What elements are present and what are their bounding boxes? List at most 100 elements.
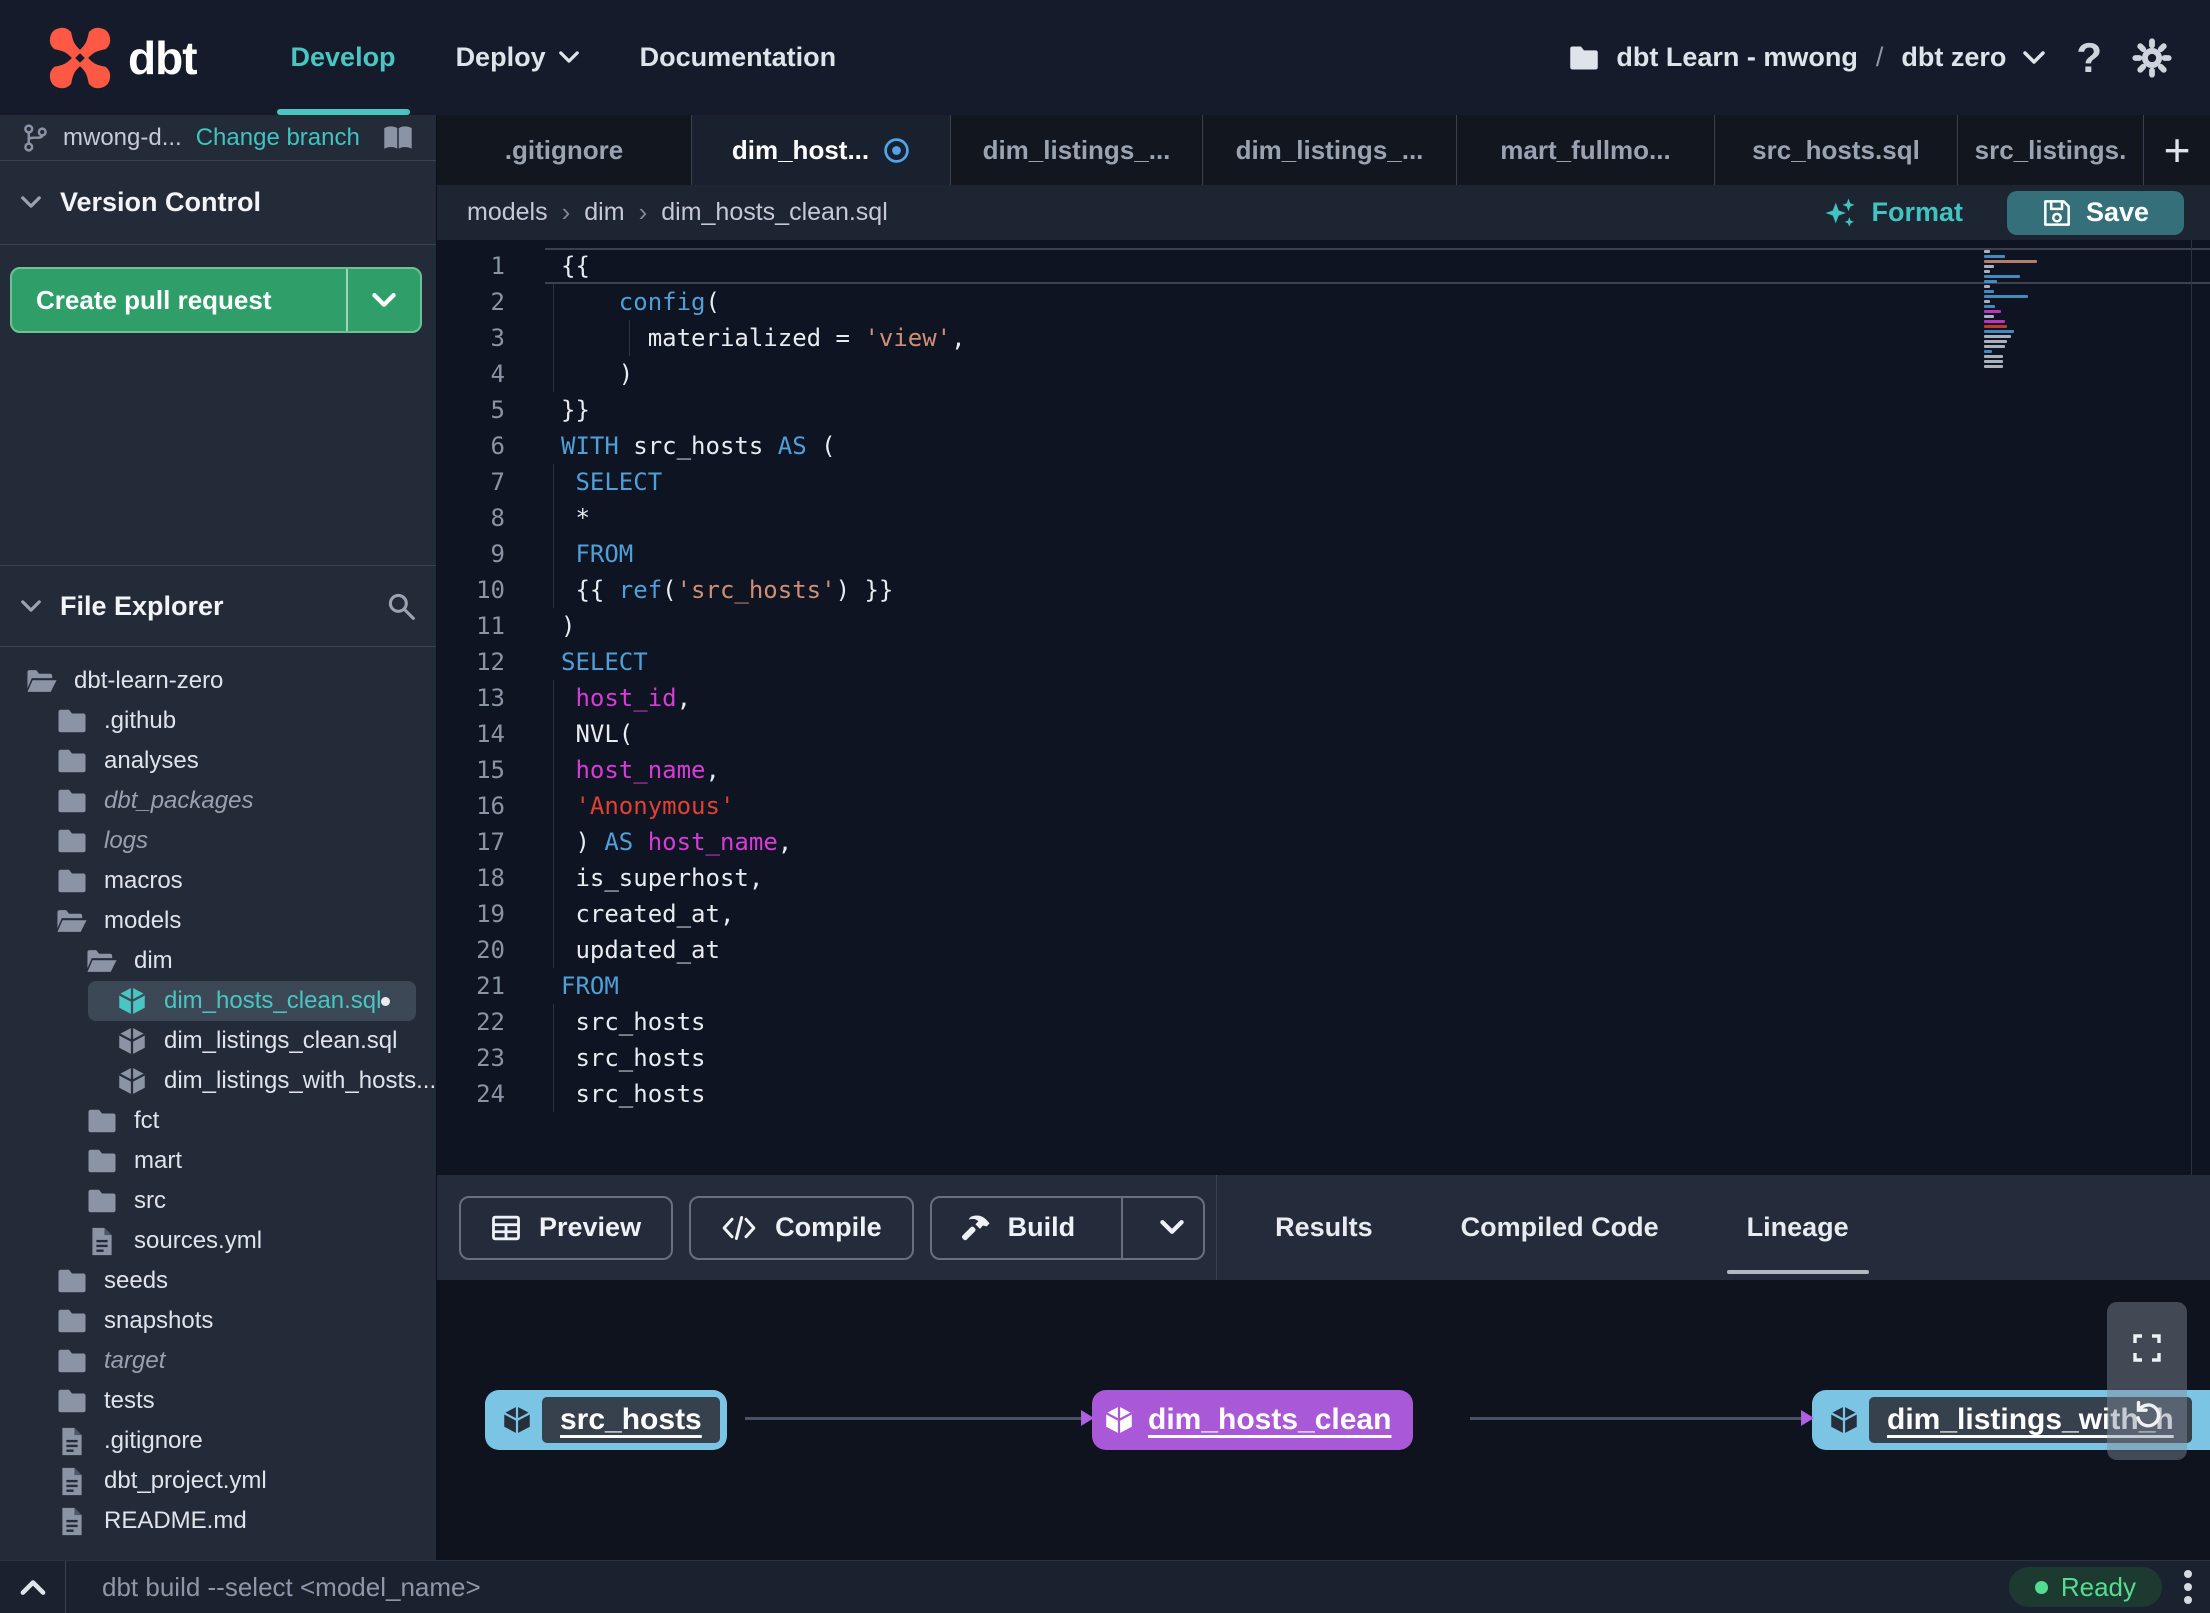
code-line-10[interactable]: 10 {{ ref('src_hosts') }} [437, 572, 2210, 608]
file-tree-item-mart[interactable]: mart [0, 1141, 436, 1181]
line-number: 20 [476, 936, 505, 964]
file-tree-item-readme-md[interactable]: README.md [0, 1501, 436, 1541]
build-button[interactable]: Build [929, 1195, 1206, 1260]
file-tab-src-listings-[interactable]: src_listings. [1958, 115, 2144, 185]
code-line-6[interactable]: 6 WITH src_hosts AS ( [437, 428, 2210, 464]
minimap-line [1984, 340, 2007, 343]
code-line-5[interactable]: 5}} [437, 392, 2210, 428]
code-line-19[interactable]: 19 created_at, [437, 896, 2210, 932]
file-tab-dim-host-[interactable]: dim_host... [692, 115, 951, 185]
file-tree-item-models[interactable]: models [0, 901, 436, 941]
file-tree-item-snapshots[interactable]: snapshots [0, 1301, 436, 1341]
reset-view-icon[interactable] [2130, 1396, 2164, 1430]
create-pull-request-button[interactable]: Create pull request [10, 267, 422, 333]
lineage-canvas[interactable]: src_hosts dim_hosts_clean dim_listings_w… [437, 1280, 2210, 1560]
code-line-4[interactable]: 4 ) [437, 356, 2210, 392]
file-tree-item-sources-yml[interactable]: sources.yml [0, 1221, 436, 1261]
search-icon[interactable] [386, 591, 416, 621]
code-text: ) [545, 356, 2210, 392]
file-tree-item--github[interactable]: .github [0, 701, 436, 741]
new-tab-button[interactable]: + [2144, 115, 2210, 185]
file-tree-item-dbt-project-yml[interactable]: dbt_project.yml [0, 1461, 436, 1501]
file-tree-item-dbt-packages[interactable]: dbt_packages [0, 781, 436, 821]
breadcrumb-segment[interactable]: models [463, 198, 552, 227]
file-tree-item-dim-listings-clean-sql[interactable]: dim_listings_clean.sql [0, 1021, 436, 1061]
file-tree-item-macros[interactable]: macros [0, 861, 436, 901]
file-tree-item-dim[interactable]: dim [0, 941, 436, 981]
code-line-13[interactable]: 13 host_id, [437, 680, 2210, 716]
code-editor[interactable]: 1{{2 config(3 materialized = 'view', 4 ) 5… [437, 240, 2210, 1175]
code-line-7[interactable]: 7 SELECT [437, 464, 2210, 500]
lineage-node-src-hosts[interactable]: src_hosts [485, 1390, 727, 1450]
nav-item-documentation[interactable]: Documentation [610, 0, 867, 115]
code-line-17[interactable]: 17 ) AS host_name, [437, 824, 2210, 860]
command-bar-expand-button[interactable] [0, 1561, 66, 1613]
code-line-14[interactable]: 14 NVL( [437, 716, 2210, 752]
file-tree-item-label: src [134, 1187, 166, 1214]
code-line-20[interactable]: 20 updated_at [437, 932, 2210, 968]
code-line-9[interactable]: 9 FROM [437, 536, 2210, 572]
file-tree-item-dim-listings-with-hosts-[interactable]: dim_listings_with_hosts... [0, 1061, 436, 1101]
file-tree-item-tests[interactable]: tests [0, 1381, 436, 1421]
nav-item-develop[interactable]: Develop [261, 0, 426, 115]
build-main[interactable]: Build [932, 1198, 1104, 1258]
gear-icon[interactable] [2132, 37, 2172, 78]
lineage-node-dim-hosts-clean[interactable]: dim_hosts_clean [1092, 1390, 1414, 1450]
code-line-23[interactable]: 23 src_hosts [437, 1040, 2210, 1076]
file-tab-dim-listings-[interactable]: dim_listings_... [951, 115, 1203, 185]
help-icon[interactable]: ? [2076, 34, 2102, 82]
editor-scrollbar-track[interactable] [2191, 240, 2192, 1175]
code-line-18[interactable]: 18 is_superhost, [437, 860, 2210, 896]
code-line-15[interactable]: 15 host_name, [437, 752, 2210, 788]
code-line-2[interactable]: 2 config( [437, 284, 2210, 320]
code-line-3[interactable]: 3 materialized = 'view', [437, 320, 2210, 356]
file-tree-item-dbt-learn-zero[interactable]: dbt-learn-zero [0, 661, 436, 701]
code-line-22[interactable]: 22 src_hosts [437, 1004, 2210, 1040]
save-button[interactable]: Save [2007, 190, 2184, 235]
preview-button[interactable]: Preview [459, 1195, 674, 1260]
code-line-24[interactable]: 24 src_hosts [437, 1076, 2210, 1112]
file-explorer-header[interactable]: File Explorer [0, 565, 436, 647]
build-dropdown-chevron-icon[interactable] [1141, 1198, 1203, 1258]
file-tree-item-fct[interactable]: fct [0, 1101, 436, 1141]
dbt-logo-icon[interactable] [46, 24, 114, 92]
project-picker[interactable]: dbt Learn - mwong / dbt zero [1568, 42, 2046, 73]
nav-item-label: Develop [290, 42, 396, 72]
file-tab-src-hosts-sql[interactable]: src_hosts.sql [1715, 115, 1958, 185]
file-tree-item-dim-hosts-clean-sql[interactable]: dim_hosts_clean.sql [88, 981, 416, 1021]
file-tree-item-seeds[interactable]: seeds [0, 1261, 436, 1301]
file-tree-item-target[interactable]: target [0, 1341, 436, 1381]
file-tree-item--gitignore[interactable]: .gitignore [0, 1421, 436, 1461]
breadcrumb-segment[interactable]: dim_hosts_clean.sql [657, 198, 892, 227]
code-lines: 1{{2 config(3 materialized = 'view', 4 ) 5… [437, 248, 2210, 1112]
code-line-12[interactable]: 12 SELECT [437, 644, 2210, 680]
result-tab-lineage[interactable]: Lineage [1726, 1175, 1869, 1280]
docs-book-icon[interactable] [382, 125, 414, 151]
fullscreen-icon[interactable] [2131, 1332, 2163, 1364]
code-line-16[interactable]: 16 'Anonymous' [437, 788, 2210, 824]
editor-minimap[interactable] [1984, 250, 2042, 370]
file-tab-mart-fullmo-[interactable]: mart_fullmo... [1457, 115, 1715, 185]
line-number: 6 [490, 432, 505, 460]
compile-button[interactable]: Compile [689, 1195, 914, 1260]
kebab-menu-icon[interactable] [2180, 1566, 2196, 1608]
code-line-21[interactable]: 21 FROM [437, 968, 2210, 1004]
file-tree-item-analyses[interactable]: analyses [0, 741, 436, 781]
file-tree-item-logs[interactable]: logs [0, 821, 436, 861]
line-number: 4 [490, 360, 505, 388]
file-tab-dim-listings-[interactable]: dim_listings_... [1203, 115, 1457, 185]
file-tab--gitignore[interactable]: .gitignore [437, 115, 692, 185]
file-tree-item-src[interactable]: src [0, 1181, 436, 1221]
code-line-8[interactable]: 8 * [437, 500, 2210, 536]
result-tab-results[interactable]: Results [1269, 1175, 1379, 1280]
breadcrumb-segment[interactable]: dim [580, 198, 628, 227]
code-line-11[interactable]: 11) [437, 608, 2210, 644]
command-input-placeholder[interactable]: dbt build --select <model_name> [102, 1572, 481, 1603]
version-control-header[interactable]: Version Control [0, 161, 436, 245]
code-line-1[interactable]: 1 {{ [437, 248, 2210, 284]
pr-dropdown-chevron-icon[interactable] [348, 269, 420, 331]
change-branch-link[interactable]: Change branch [196, 124, 360, 152]
nav-item-deploy[interactable]: Deploy [426, 0, 610, 115]
format-button[interactable]: Format [1823, 196, 1963, 230]
result-tab-compiled-code[interactable]: Compiled Code [1455, 1175, 1665, 1280]
